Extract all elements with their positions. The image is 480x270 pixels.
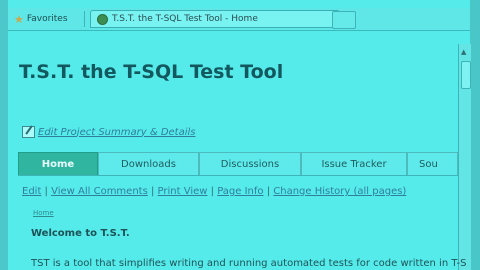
intro-text: TST is a tool that simplifies writing an… xyxy=(31,258,467,269)
edit-project-row: Edit Project Summary & Details xyxy=(22,126,195,138)
favorites-label: Favorites xyxy=(26,14,68,24)
favorites-button[interactable]: ★ Favorites xyxy=(14,11,68,27)
toolbar-separator xyxy=(84,11,85,27)
scroll-thumb[interactable] xyxy=(461,61,471,89)
browser-tab-title: T.S.T. the T-SQL Test Tool - Home xyxy=(112,14,258,24)
tab-issue-tracker[interactable]: Issue Tracker xyxy=(301,152,407,175)
edit-icon[interactable] xyxy=(22,126,35,138)
page-actions: Edit | View All Comments | Print View | … xyxy=(22,186,407,197)
new-tab-button[interactable] xyxy=(332,11,356,29)
edit-action-link[interactable]: Edit xyxy=(22,186,41,197)
breadcrumb[interactable]: Home xyxy=(33,209,54,217)
change-history-link[interactable]: Change History (all pages) xyxy=(273,186,406,197)
tab-downloads[interactable]: Downloads xyxy=(98,152,199,175)
browser-tab-home[interactable]: T.S.T. the T-SQL Test Tool - Home xyxy=(90,10,340,28)
scroll-up-arrow-icon[interactable]: ▲ xyxy=(461,48,466,56)
tab-source-code[interactable]: Sou xyxy=(407,152,458,175)
window-right-edge xyxy=(470,0,480,270)
vertical-scrollbar[interactable]: ▲ xyxy=(458,44,471,270)
welcome-heading: Welcome to T.S.T. xyxy=(31,228,130,239)
print-view-link[interactable]: Print View xyxy=(158,186,208,197)
edit-project-link[interactable]: Edit Project Summary & Details xyxy=(38,127,195,138)
window-left-edge xyxy=(0,0,8,270)
page-info-link[interactable]: Page Info xyxy=(217,186,263,197)
favorites-bar: ★ Favorites T.S.T. the T-SQL Test Tool -… xyxy=(8,8,470,31)
project-tabs: Home Downloads Discussions Issue Tracker… xyxy=(18,152,458,176)
tab-home[interactable]: Home xyxy=(18,152,98,175)
star-icon: ★ xyxy=(14,12,24,26)
page-title: T.S.T. the T-SQL Test Tool xyxy=(19,61,284,83)
tab-discussions[interactable]: Discussions xyxy=(199,152,301,175)
tab-favicon-icon xyxy=(97,13,108,25)
view-all-comments-link[interactable]: View All Comments xyxy=(51,186,148,197)
